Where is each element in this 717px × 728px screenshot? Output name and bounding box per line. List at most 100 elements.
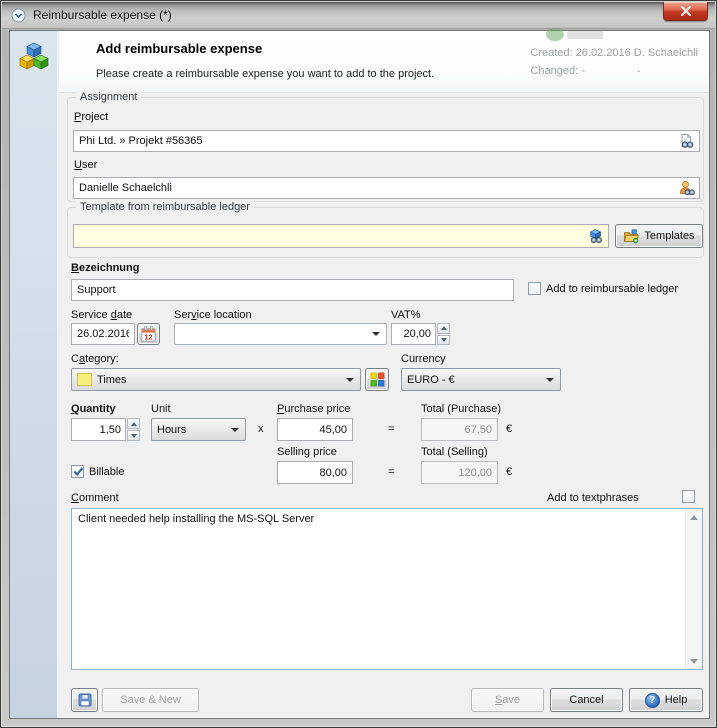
category-color-swatch xyxy=(77,373,92,386)
color-grid-icon xyxy=(370,372,385,387)
currency-combobox[interactable]: EURO - € xyxy=(401,368,561,391)
close-button[interactable] xyxy=(663,2,708,21)
comment-field[interactable]: Client needed help installing the MS-SQL… xyxy=(71,508,703,670)
background-artifact xyxy=(546,28,606,42)
quantity-increment-button[interactable] xyxy=(127,418,140,429)
multiply-sign: x xyxy=(258,423,264,435)
checkmark-icon xyxy=(72,465,85,478)
user-input[interactable] xyxy=(74,182,678,194)
user-field[interactable] xyxy=(73,177,700,199)
scroll-up-button[interactable] xyxy=(686,509,702,525)
template-search-icon[interactable] xyxy=(587,228,605,244)
window-title: Reimbursable expense (*) xyxy=(33,8,172,22)
project-search-icon[interactable] xyxy=(678,133,696,149)
quantity-spinner[interactable] xyxy=(71,418,140,441)
help-button[interactable]: ? Help xyxy=(629,688,703,712)
currency-label: Currency xyxy=(401,353,446,365)
billable-checkbox[interactable] xyxy=(71,465,84,478)
template-group: Template from reimbursable ledger xyxy=(67,207,704,258)
chevron-down-icon xyxy=(231,428,239,432)
add-to-textphrases-checkbox[interactable] xyxy=(682,490,695,503)
chevron-circle-icon xyxy=(11,8,26,23)
unit-value: Hours xyxy=(157,424,186,436)
calendar-button[interactable]: 12 xyxy=(137,323,160,345)
titlebar[interactable]: Reimbursable expense (*) xyxy=(2,2,715,29)
templates-button[interactable]: Templates xyxy=(615,224,703,248)
euro-sign: € xyxy=(506,423,512,435)
page-title: Add reimbursable expense xyxy=(96,41,262,56)
user-label: User xyxy=(74,159,97,171)
scroll-down-button[interactable] xyxy=(686,653,702,669)
save-and-new-button[interactable]: Save & New xyxy=(102,688,199,712)
created-row: Created: 26.02.2016 D. Schaelchli xyxy=(530,44,698,62)
chevron-down-icon xyxy=(346,378,354,382)
total-purchase-value: 67,50 xyxy=(421,418,498,441)
comment-scrollbar[interactable] xyxy=(685,509,702,669)
total-purchase-label: Total (Purchase) xyxy=(421,403,501,415)
project-label: Project xyxy=(74,111,108,123)
bezeichnung-input[interactable] xyxy=(71,279,514,301)
sidebar-strip xyxy=(10,31,58,718)
dialog-window: Reimbursable expense (*) xyxy=(0,0,717,728)
category-color-button[interactable] xyxy=(365,368,389,391)
add-to-textphrases-label: Add to textphrases xyxy=(547,492,639,504)
billable-label: Billable xyxy=(89,466,124,478)
vat-label: VAT% xyxy=(391,309,421,321)
purchase-price-input[interactable] xyxy=(277,418,353,441)
quantity-decrement-button[interactable] xyxy=(127,430,140,441)
category-value: Times xyxy=(97,374,127,386)
total-selling-label: Total (Selling) xyxy=(421,446,488,458)
chevron-down-icon xyxy=(372,332,380,336)
euro-sign: € xyxy=(506,466,512,478)
arrow-up-icon xyxy=(441,326,447,330)
category-label: Category: xyxy=(71,353,119,365)
project-field[interactable] xyxy=(73,130,700,152)
selling-price-input[interactable] xyxy=(277,461,353,484)
vat-spinner[interactable] xyxy=(391,323,450,345)
add-to-ledger-label: Add to reimbursable ledger xyxy=(546,283,678,295)
service-date-label: Service date xyxy=(71,309,132,321)
quantity-label: Quantity xyxy=(71,403,116,415)
dialog-client-area: Add reimbursable expense Please create a… xyxy=(9,30,710,719)
calendar-icon: 12 xyxy=(139,325,158,344)
total-selling-value: 120,00 xyxy=(421,461,498,484)
help-icon: ? xyxy=(645,693,660,708)
arrow-up-icon xyxy=(690,515,698,520)
arrow-up-icon xyxy=(131,422,137,426)
bezeichnung-label: Bezeichnung xyxy=(71,262,139,274)
template-field[interactable] xyxy=(73,224,609,248)
floppy-disk-icon xyxy=(77,692,93,708)
vat-increment-button[interactable] xyxy=(437,323,450,334)
template-input[interactable] xyxy=(74,230,587,242)
svg-text:12: 12 xyxy=(145,333,153,341)
quantity-input[interactable] xyxy=(71,418,126,441)
cancel-button[interactable]: Cancel xyxy=(550,688,623,712)
arrow-down-icon xyxy=(690,659,698,664)
unit-combobox[interactable]: Hours xyxy=(151,418,246,441)
arrow-down-icon xyxy=(441,338,447,342)
currency-value: EURO - € xyxy=(407,374,455,386)
save-icon-button[interactable] xyxy=(71,688,98,712)
add-to-ledger-checkbox[interactable] xyxy=(528,282,541,295)
audit-info: Created: 26.02.2016 D. Schaelchli Change… xyxy=(530,44,698,80)
comment-textarea[interactable]: Client needed help installing the MS-SQL… xyxy=(72,509,685,669)
cubes-icon xyxy=(18,41,50,78)
service-date-input[interactable] xyxy=(71,323,135,345)
dialog-system-icon[interactable] xyxy=(11,8,26,23)
purchase-price-label: Purchase price xyxy=(277,403,350,415)
save-button[interactable]: Save xyxy=(471,688,544,712)
vat-input[interactable] xyxy=(391,323,436,345)
selling-price-label: Selling price xyxy=(277,446,337,458)
chevron-down-icon xyxy=(546,378,554,382)
close-icon xyxy=(680,6,692,16)
templates-folder-icon xyxy=(623,228,639,244)
equals-sign: = xyxy=(388,423,394,435)
project-input[interactable] xyxy=(74,135,678,147)
vat-decrement-button[interactable] xyxy=(437,335,450,346)
category-combobox[interactable]: Times xyxy=(71,368,361,391)
changed-row: Changed: -- xyxy=(530,62,698,80)
service-location-combobox[interactable] xyxy=(174,323,387,345)
unit-label: Unit xyxy=(151,403,171,415)
user-search-icon[interactable] xyxy=(678,180,696,196)
template-legend: Template from reimbursable ledger xyxy=(76,201,254,213)
